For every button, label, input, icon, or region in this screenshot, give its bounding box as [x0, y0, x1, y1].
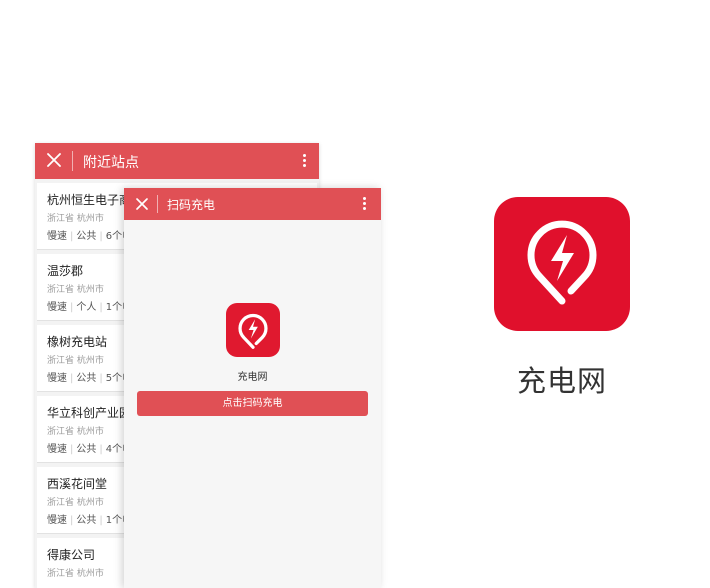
scan-charge-screen: 扫码充电 充电网 点击扫码充电: [124, 188, 381, 588]
scan-header: 扫码充电: [124, 188, 381, 220]
station-access: 公共: [76, 515, 97, 526]
more-icon[interactable]: [363, 197, 367, 212]
station-name: 橡树充电站: [47, 335, 108, 349]
app-name-large: 充电网: [516, 364, 607, 398]
meta-divider: |: [70, 302, 74, 313]
station-meta: 慢速 | 公共 | 6个电: [47, 227, 132, 242]
header-divider: [157, 195, 158, 213]
meta-divider: |: [70, 231, 74, 242]
meta-divider: |: [99, 373, 103, 384]
close-icon[interactable]: [47, 153, 61, 167]
station-speed: 慢速: [47, 231, 67, 242]
station-name: 华立科创产业园: [47, 406, 132, 420]
app-icon-large: [494, 197, 630, 331]
nearby-header: 附近站点: [35, 143, 319, 179]
scan-charge-button[interactable]: 点击扫码充电: [137, 391, 368, 416]
station-access: 公共: [76, 231, 97, 242]
station-meta: 慢速 | 公共 | 1个电: [47, 511, 132, 526]
meta-divider: |: [99, 302, 103, 313]
meta-divider: |: [99, 515, 103, 526]
station-meta: 慢速 | 公共 | 4个电: [47, 440, 132, 455]
app-name-small: 充电网: [237, 372, 268, 383]
nearby-title: 附近站点: [83, 155, 139, 171]
meta-divider: |: [70, 444, 74, 455]
station-access: 个人: [76, 302, 97, 313]
station-speed: 慢速: [47, 515, 67, 526]
app-icon-small: [226, 303, 280, 357]
header-divider: [72, 151, 73, 171]
station-location: 浙江省 杭州市: [47, 285, 104, 295]
more-icon[interactable]: [303, 154, 307, 169]
station-meta: 慢速 | 公共 | 5个电: [47, 369, 132, 384]
station-speed: 慢速: [47, 302, 67, 313]
station-access: 公共: [76, 373, 97, 384]
station-name: 杭州恒生电子商: [47, 193, 132, 207]
station-meta: 慢速 | 个人 | 1个电: [47, 298, 132, 313]
meta-divider: |: [99, 231, 103, 242]
station-location: 浙江省 杭州市: [47, 356, 104, 366]
charging-pin-icon: [527, 220, 597, 305]
station-name: 西溪花间堂: [47, 477, 108, 491]
station-location: 浙江省 杭州市: [47, 214, 104, 224]
station-location: 浙江省 杭州市: [47, 569, 104, 579]
station-location: 浙江省 杭州市: [47, 427, 104, 437]
station-access: 公共: [76, 444, 97, 455]
station-speed: 慢速: [47, 444, 67, 455]
station-name: 温莎郡: [47, 264, 84, 278]
station-speed: 慢速: [47, 373, 67, 384]
meta-divider: |: [70, 515, 74, 526]
meta-divider: |: [99, 444, 103, 455]
charging-pin-icon: [238, 313, 268, 349]
station-name: 得康公司: [47, 548, 96, 562]
station-location: 浙江省 杭州市: [47, 498, 104, 508]
close-icon[interactable]: [135, 197, 149, 211]
meta-divider: |: [70, 373, 74, 384]
scan-title: 扫码充电: [167, 198, 216, 212]
